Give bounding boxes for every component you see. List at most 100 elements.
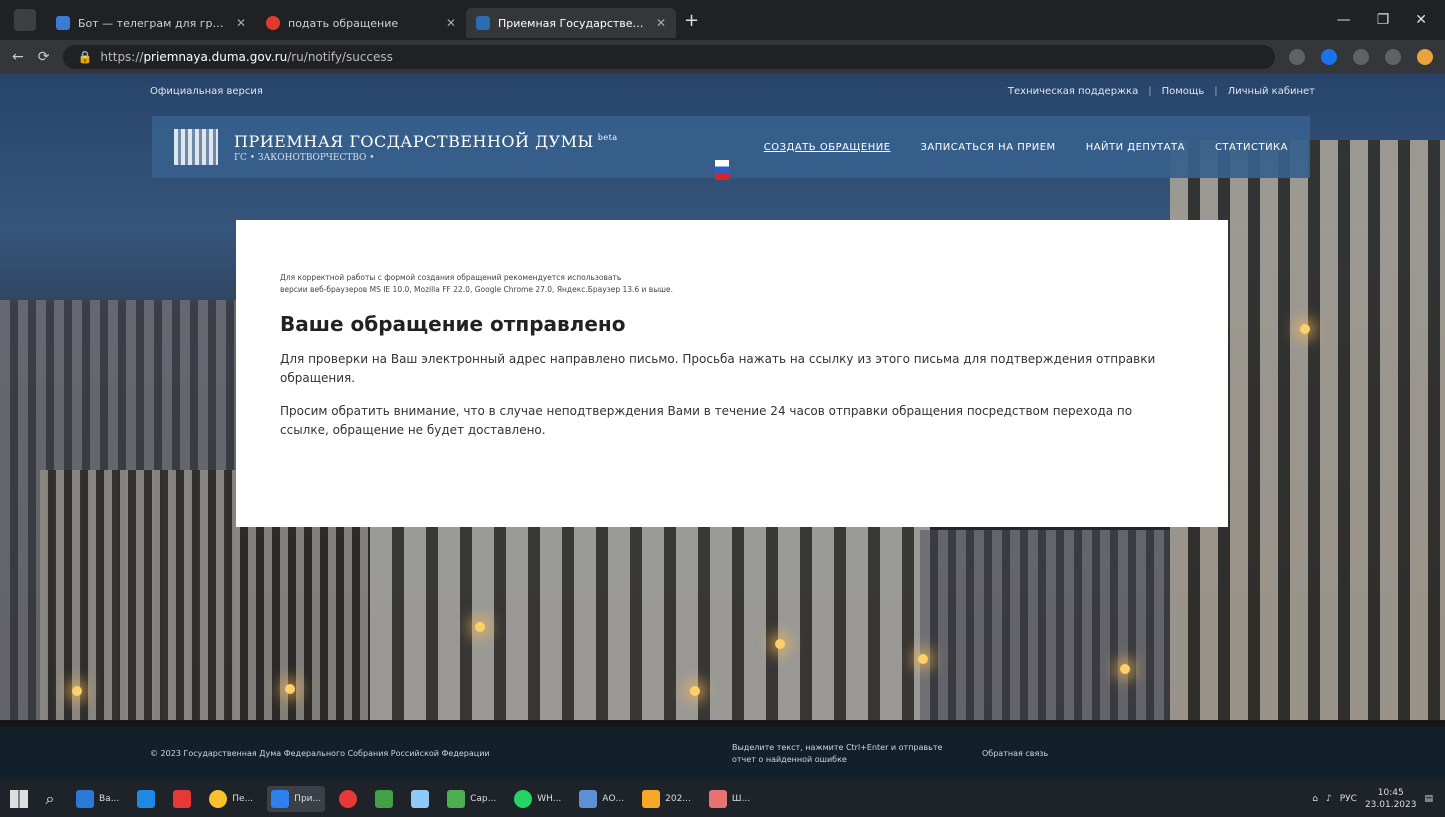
accessibility-link[interactable]: Официальная версия xyxy=(150,86,263,97)
app-icon xyxy=(173,789,192,808)
browser-tab[interactable]: Бот — телеграм для групп ✕ xyxy=(46,8,256,38)
window-light xyxy=(1300,324,1310,334)
copyright-text: © 2023 Государственная Дума Федерального… xyxy=(150,749,490,758)
browser-tab-active[interactable]: Приемная Государственной Д ✕ xyxy=(466,8,676,38)
feedback-link[interactable]: Обратная связь xyxy=(982,749,1048,758)
warning-text: Просим обратить внимание, что в случае н… xyxy=(280,404,1133,437)
taskbar-app-label: При... xyxy=(294,793,322,804)
taskbar-app[interactable] xyxy=(133,786,159,812)
taskbar-app[interactable]: WH... xyxy=(510,786,565,812)
taskbar-app[interactable]: 202... xyxy=(638,786,695,812)
system-clock[interactable]: 10:45 23.01.2023 xyxy=(1365,787,1417,811)
close-icon[interactable]: ✕ xyxy=(446,16,456,30)
web-page: Официальная версия Техническая поддержка… xyxy=(0,74,1445,780)
avatar[interactable] xyxy=(1417,49,1433,65)
app-icon xyxy=(579,789,598,808)
address-bar[interactable]: 🔒 https://priemnaya.duma.gov.ru/ru/notif… xyxy=(63,45,1275,69)
search-icon[interactable]: ⌕ xyxy=(38,789,62,809)
taskbar-app-label: Ш... xyxy=(731,793,751,804)
browser-note-line: Для корректной работы с формой создания … xyxy=(280,273,622,282)
street-light xyxy=(1120,664,1130,674)
street-light xyxy=(285,684,295,694)
page-title: Ваше обращение отправлено xyxy=(280,312,626,336)
taskbar-app-label: АО... xyxy=(602,793,625,804)
nav-find-deputy[interactable]: НАЙТИ ДЕПУТАТА xyxy=(1086,142,1185,153)
browser-tab-bar: Бот — телеграм для групп ✕ подать обраще… xyxy=(0,0,1445,40)
street-light xyxy=(775,639,785,649)
taskbar-app-active[interactable]: При... xyxy=(267,785,326,812)
close-icon[interactable]: ✕ xyxy=(236,16,246,30)
site-logo[interactable]: ПРИЕМНАЯ ГОСДАРСТВЕННОЙ ДУМЫ beta ГС • ЗА… xyxy=(234,132,618,163)
taskbar-app[interactable] xyxy=(371,786,397,812)
tab-title: Бот — телеграм для групп xyxy=(78,16,228,30)
clock-date: 23.01.2023 xyxy=(1364,799,1417,810)
top-utility-bar: Официальная версия Техническая поддержка… xyxy=(150,86,1315,97)
app-icon xyxy=(411,789,430,808)
extension-icon[interactable] xyxy=(1289,49,1305,65)
extension-icon[interactable] xyxy=(1321,49,1337,65)
reload-icon[interactable]: ⟳ xyxy=(38,49,50,65)
tab-favicon-icon xyxy=(56,16,70,30)
lock-icon: 🔒 xyxy=(77,50,93,64)
app-icon xyxy=(447,789,466,808)
app-icon xyxy=(514,789,533,808)
app-icon xyxy=(642,789,661,808)
browser-toolbar: ← ⟳ 🔒 https://priemnaya.duma.gov.ru/ru/n… xyxy=(0,40,1445,74)
extension-icon[interactable] xyxy=(1353,49,1369,65)
taskbar-app[interactable] xyxy=(335,786,361,812)
system-tray: ⌂ ♪ РУС 10:45 23.01.2023 ▤ xyxy=(1312,787,1445,811)
success-message-card: Для корректной работы с формой создания … xyxy=(236,220,1228,527)
street-light xyxy=(690,686,700,696)
street-light xyxy=(72,686,82,696)
app-icon xyxy=(137,789,156,808)
taskbar-app[interactable]: АО... xyxy=(575,786,628,812)
taskbar-app[interactable] xyxy=(169,786,195,812)
network-icon[interactable]: ⌂ xyxy=(1312,794,1318,804)
taskbar-app[interactable]: Ш... xyxy=(705,786,754,812)
taskbar-app-label: 202... xyxy=(665,793,691,804)
volume-icon[interactable]: ♪ xyxy=(1326,794,1332,804)
browser-tab[interactable]: подать обращение ✕ xyxy=(256,8,466,38)
maximize-button[interactable]: ❐ xyxy=(1377,12,1390,28)
minimize-button[interactable]: — xyxy=(1337,12,1351,28)
extensions-area xyxy=(1289,49,1433,65)
main-nav: СОЗДАТЬ ОБРАЩЕНИЕ ЗАПИСАТЬСЯ НА ПРИЕМ НА… xyxy=(764,142,1288,153)
taskbar-app-label: Сар... xyxy=(470,793,497,804)
url-text: https://priemnaya.duma.gov.ru/ru/notify/… xyxy=(100,50,393,64)
extension-icon[interactable] xyxy=(1385,49,1401,65)
os-taskbar: ⌕ Ва... Пе... При... Сар... WH... АО... … xyxy=(0,780,1445,817)
error-report-text: Выделите текст, нажмите Ctrl+Enter и отп… xyxy=(732,742,943,764)
site-header: ПРИЕМНАЯ ГОСДАРСТВЕННОЙ ДУМЫ beta ГС • ЗА… xyxy=(152,116,1310,178)
taskbar-app[interactable]: Сар... xyxy=(443,786,500,812)
language-indicator[interactable]: РУС xyxy=(1340,794,1357,804)
cabinet-link[interactable]: Личный кабинет xyxy=(1214,86,1315,97)
support-link[interactable]: Техническая поддержка xyxy=(1008,86,1138,97)
browser-profile-icon[interactable] xyxy=(14,9,36,31)
close-window-button[interactable]: ✕ xyxy=(1415,12,1427,28)
nav-book-appointment[interactable]: ЗАПИСАТЬСЯ НА ПРИЕМ xyxy=(921,142,1056,153)
new-tab-button[interactable]: + xyxy=(684,10,699,31)
app-icon xyxy=(76,789,94,808)
nav-create-appeal[interactable]: СОЗДАТЬ ОБРАЩЕНИЕ xyxy=(764,142,891,153)
app-icon xyxy=(209,789,228,808)
windows-start-icon[interactable] xyxy=(10,789,28,808)
taskbar-app[interactable]: Пе... xyxy=(205,786,257,812)
tab-title: подать обращение xyxy=(288,16,399,30)
help-link[interactable]: Помощь xyxy=(1148,86,1205,97)
top-links: Техническая поддержка Помощь Личный каби… xyxy=(1008,86,1315,97)
duma-building-icon[interactable] xyxy=(174,129,218,165)
taskbar-app[interactable] xyxy=(407,786,433,812)
logo-title: ПРИЕМНАЯ ГОСДАРСТВЕННОЙ ДУМЫ xyxy=(234,131,594,151)
app-icon xyxy=(708,789,727,808)
taskbar-app-label: WH... xyxy=(537,793,562,804)
nav-statistics[interactable]: СТАТИСТИКА xyxy=(1215,142,1288,153)
taskbar-app[interactable]: Ва... xyxy=(72,786,123,812)
browser-recommendation: Для корректной работы с формой создания … xyxy=(280,272,1182,296)
flag-icon xyxy=(715,160,729,180)
close-icon[interactable]: ✕ xyxy=(656,16,666,30)
background-building xyxy=(920,530,1170,720)
notifications-icon[interactable]: ▤ xyxy=(1424,794,1433,804)
logo-subtitle: ГС • ЗАКОНОТВОРЧЕСТВО • xyxy=(234,152,375,163)
taskbar-app-label: Пе... xyxy=(232,793,254,804)
back-arrow-icon[interactable]: ← xyxy=(12,49,24,65)
